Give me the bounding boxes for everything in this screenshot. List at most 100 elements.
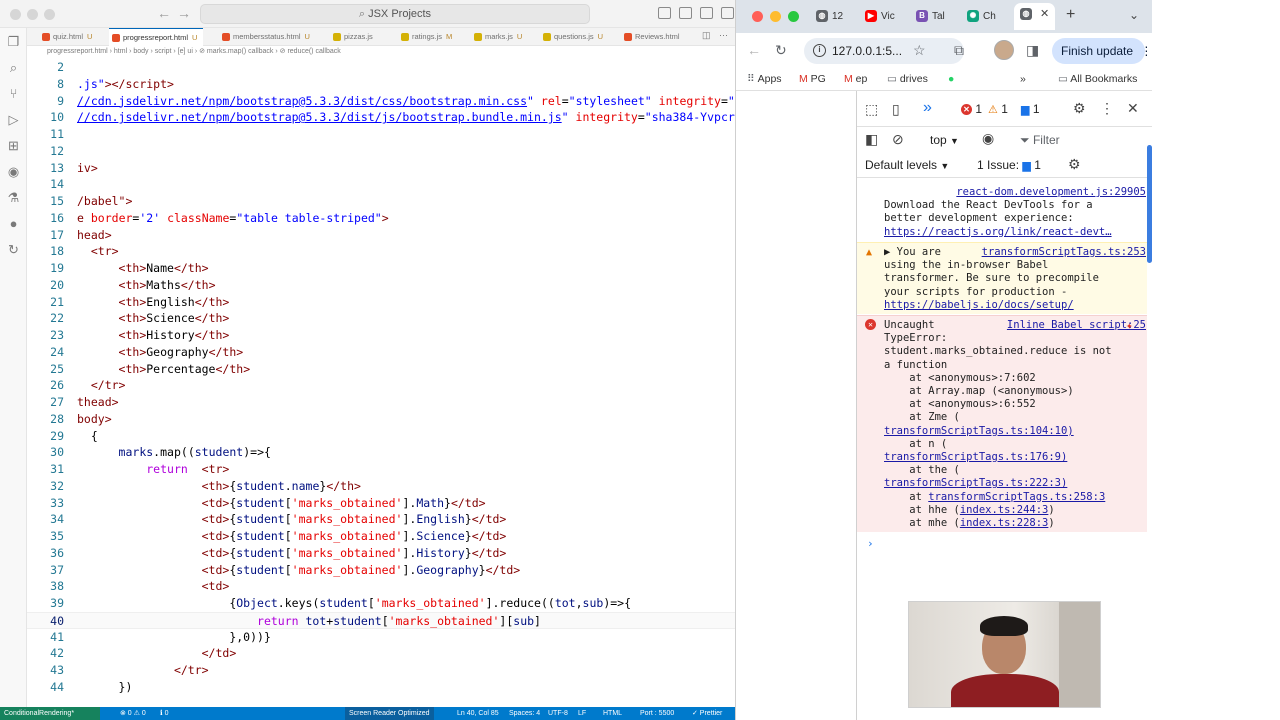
source-control-icon[interactable]: ⑂ [6, 86, 21, 101]
source-link[interactable]: react-dom.development.js:29905 [956, 186, 1146, 199]
bookmark-ep[interactable]: M ep [844, 73, 867, 85]
code-line[interactable]: 22 <th>Science</th> [27, 310, 735, 327]
code-line[interactable]: 18 <tr> [27, 243, 735, 260]
code-line[interactable]: 38 <td> [27, 578, 735, 595]
code-line[interactable]: 26 </tr> [27, 377, 735, 394]
back-arrow-icon[interactable]: ← [157, 5, 171, 21]
code-line[interactable]: 2 [27, 59, 735, 76]
code-line[interactable]: 20 <th>Maths</th> [27, 277, 735, 294]
bookmark-apps[interactable]: ⠿ Apps [747, 73, 782, 85]
browser-tab-active[interactable]: ◍ ✕ [1014, 3, 1056, 30]
console-settings-gear-icon[interactable]: ⚙ [1068, 156, 1081, 173]
live-expression-eye-icon[interactable]: ◉ [982, 130, 994, 147]
branch-indicator[interactable]: ConditionalRendering* [0, 707, 100, 720]
console-prompt[interactable]: › [867, 537, 874, 550]
extensions-icon[interactable]: ⊞ [6, 138, 21, 153]
close-tab-icon[interactable]: ✕ [1040, 8, 1049, 20]
ai-insights-icon[interactable]: ✦ [1126, 319, 1133, 332]
show-sidebar-icon[interactable]: ◧ [865, 131, 878, 148]
explorer-icon[interactable]: ❐ [6, 34, 21, 49]
cursor-position[interactable]: Ln 40, Col 85 [457, 707, 499, 720]
toggle-panel-icon[interactable] [679, 7, 692, 19]
stack-frame-link[interactable]: index.ts:228:3 [960, 517, 1049, 529]
address-bar[interactable]: i 127.0.0.1:5... [804, 38, 964, 64]
code-line[interactable]: 23 <th>History</th> [27, 327, 735, 344]
finish-update-button[interactable]: Finish update ⋮ [1052, 38, 1152, 64]
code-line[interactable]: 42 </td> [27, 645, 735, 662]
context-selector[interactable]: top ▼ [930, 133, 959, 147]
toggle-sidebar-icon[interactable] [658, 7, 671, 19]
code-line[interactable]: 17 head> [27, 227, 735, 244]
code-line[interactable]: 14 [27, 176, 735, 193]
close-window-button[interactable] [752, 11, 763, 22]
tab-membersstatus[interactable]: membersstatus.html U [219, 28, 310, 46]
browser-tab[interactable]: B Tal [916, 6, 945, 28]
code-line[interactable]: 10 //cdn.jsdelivr.net/npm/bootstrap@5.3.3… [27, 109, 735, 126]
console-message-warn[interactable]: ▶ You are transformScriptTags.ts:253 ▲ usin… [857, 242, 1147, 314]
minimize-window-button[interactable] [27, 9, 38, 20]
code-line[interactable]: 31 return <tr> [27, 461, 735, 478]
device-toolbar-icon[interactable]: ▯ [892, 101, 900, 118]
code-line[interactable]: 36 <td>{student['marks_obtained'].Histor… [27, 545, 735, 562]
code-line[interactable]: 16 e border='2' className="table table-st… [27, 210, 735, 227]
code-line[interactable]: 12 [27, 143, 735, 160]
prettier-indicator[interactable]: ✓ Prettier [692, 707, 722, 720]
screen-reader-indicator[interactable]: Screen Reader Optimized [345, 707, 434, 720]
browser-tab[interactable]: ✺ Ch [967, 6, 996, 28]
new-tab-button[interactable]: + [1066, 6, 1075, 24]
clear-console-icon[interactable]: ⊘ [892, 131, 904, 148]
indentation[interactable]: Spaces: 4 [509, 707, 540, 720]
minimize-window-button[interactable] [770, 11, 781, 22]
log-levels-dropdown[interactable]: Default levels ▼ [865, 158, 949, 172]
stack-frame-link[interactable]: transformScriptTags.ts:258:3 [928, 491, 1105, 503]
bookmark-pg[interactable]: M PG [799, 73, 826, 85]
remote-explorer-icon[interactable]: ◉ [6, 164, 21, 179]
code-line[interactable]: 9 //cdn.jsdelivr.net/npm/bootstrap@5.3.3/… [27, 93, 735, 110]
stack-frame-link[interactable]: index.ts:244:3 [960, 504, 1049, 516]
inspect-element-icon[interactable]: ⬚ [865, 101, 878, 118]
code-line[interactable]: 30 marks.map((student)=>{ [27, 444, 735, 461]
code-line[interactable]: 8 .js"></script> [27, 76, 735, 93]
console-message-info[interactable]: react-dom.development.js:29905 Download t… [857, 183, 1147, 242]
run-debug-icon[interactable]: ▷ [6, 112, 21, 127]
code-line[interactable]: 32 <th>{student.name}</th> [27, 478, 735, 495]
tab-search-icon[interactable]: ⌄ [1129, 8, 1139, 22]
tab-reviews[interactable]: Reviews.html [621, 28, 680, 46]
code-line[interactable]: 37 <td>{student['marks_obtained'].Geogra… [27, 562, 735, 579]
kebab-menu-icon[interactable]: ⋮ [1100, 100, 1114, 117]
code-line[interactable]: 34 <td>{student['marks_obtained'].Englis… [27, 511, 735, 528]
tab-quiz[interactable]: quiz.html U [39, 28, 92, 46]
browser-tab[interactable]: ▶ Vic [865, 6, 895, 28]
reload-icon[interactable]: ↻ [775, 42, 787, 59]
code-line[interactable]: 33 <td>{student['marks_obtained'].Math}<… [27, 495, 735, 512]
live-share-icon[interactable]: ↻ [6, 242, 21, 257]
avatar[interactable] [994, 40, 1014, 60]
code-line[interactable]: 29 { [27, 428, 735, 445]
breadcrumb[interactable]: progressreport.html › html › body › scri… [47, 47, 341, 59]
console-message-error[interactable]: Uncaught Inline Babel script:25 ✕ ✦ TypeErro… [857, 315, 1147, 533]
browser-tab[interactable]: ◍ 12 [816, 6, 843, 28]
more-tabs-icon[interactable]: » [923, 99, 932, 117]
tab-progressreport[interactable]: progressreport.html U [109, 28, 204, 46]
tab-pizzas[interactable]: pizzas.js [330, 28, 373, 46]
tab-questions[interactable]: questions.js U [540, 28, 603, 46]
search-icon[interactable]: ⌕ [6, 60, 21, 75]
message-count[interactable]: ▆ 1 [1021, 102, 1040, 116]
code-line[interactable]: 28 body> [27, 411, 735, 428]
more-bookmarks-icon[interactable]: » [1020, 73, 1026, 85]
code-line[interactable]: 41 },0))} [27, 629, 735, 646]
split-editor-icon[interactable]: ◫ ⋯ [702, 30, 731, 41]
code-editor[interactable]: 2 8 .js"></script> 9//cdn.jsdelivr.net/npm/… [27, 59, 735, 707]
language-mode[interactable]: HTML [603, 707, 622, 720]
zoom-window-button[interactable] [44, 9, 55, 20]
code-line[interactable]: 21 <th>English</th> [27, 294, 735, 311]
toggle-secondary-sidebar-icon[interactable] [700, 7, 713, 19]
code-line[interactable]: 19 <th>Name</th> [27, 260, 735, 277]
bookmark-star-icon[interactable]: ☆ [913, 42, 926, 59]
live-server-port[interactable]: Port : 5500 [640, 707, 674, 720]
bookmark-drives[interactable]: ▭ drives [887, 73, 928, 85]
filter-input[interactable]: ⏷ Filter [1020, 133, 1060, 148]
code-line[interactable]: 25 <th>Percentage</th> [27, 361, 735, 378]
extensions-icon[interactable]: ⧉ [954, 42, 964, 59]
code-line[interactable]: 27 thead> [27, 394, 735, 411]
